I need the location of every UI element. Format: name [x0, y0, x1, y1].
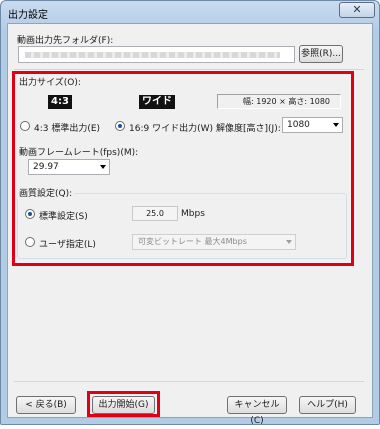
bottom-divider [14, 381, 364, 382]
close-icon: ✕ [352, 3, 362, 16]
folder-label: 動画出力先フォルダ(F): [17, 36, 114, 46]
start-button-highlight-frame [87, 391, 160, 417]
title-bar: 出力設定 ✕ [1, 1, 379, 23]
help-button[interactable]: ヘルプ(H) [299, 396, 356, 414]
window-title: 出力設定 [8, 10, 48, 21]
dialog-body: 動画出力先フォルダ(F): 参照(R)... 出力サイズ(O): 4:3 ワイド… [7, 23, 373, 426]
dialog-window: 出力設定 ✕ 動画出力先フォルダ(F): 参照(R)... 出力サイズ(O): … [0, 0, 380, 426]
cancel-button[interactable]: キャンセル(C) [227, 396, 287, 426]
divider [14, 69, 364, 70]
folder-path-blurred [25, 52, 280, 58]
back-button[interactable]: < 戻る(B) [16, 396, 76, 414]
settings-highlight-frame [12, 71, 354, 266]
browse-button[interactable]: 参照(R)... [299, 45, 343, 63]
close-button[interactable]: ✕ [339, 2, 375, 18]
folder-path-field[interactable] [18, 46, 295, 63]
